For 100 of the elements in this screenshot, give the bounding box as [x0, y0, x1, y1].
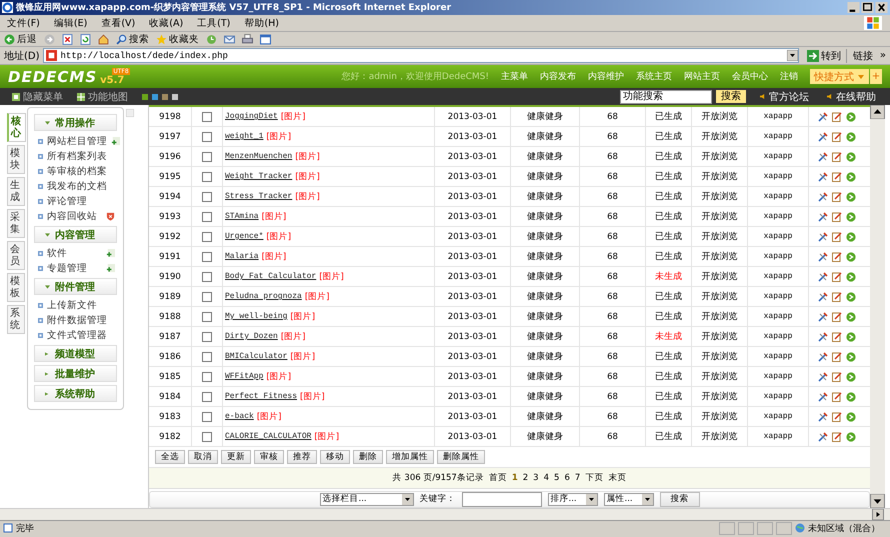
tools-icon[interactable]	[818, 212, 828, 222]
go-icon[interactable]	[846, 152, 856, 162]
toolbar-button[interactable]	[206, 34, 217, 44]
close-icon[interactable]	[875, 2, 888, 13]
menu-group-header[interactable]: 系统帮助	[34, 385, 117, 402]
go-icon[interactable]	[846, 332, 856, 342]
menu-item[interactable]: 帮助(H)	[244, 16, 279, 30]
tools-icon[interactable]	[818, 412, 828, 422]
edit-icon[interactable]	[832, 212, 842, 222]
sidebar-tab[interactable]: 模块	[7, 145, 25, 174]
sidebar-tab[interactable]: 核心	[7, 113, 26, 142]
edit-icon[interactable]	[832, 112, 842, 122]
go-button[interactable]: 转到	[802, 48, 847, 62]
next-page-link[interactable]: 下页	[585, 472, 604, 484]
action-button[interactable]: 审核	[254, 450, 284, 464]
title-link[interactable]: Stress Tracker	[225, 192, 292, 201]
sidebar-tab[interactable]: 采集	[7, 209, 25, 238]
title-link[interactable]: BMICalculator	[225, 352, 288, 361]
row-checkbox[interactable]	[202, 112, 212, 122]
title-link[interactable]: Malaria	[225, 252, 259, 261]
edit-icon[interactable]	[832, 392, 842, 402]
toolbar-button[interactable]: 搜索	[116, 32, 149, 46]
skin-swatch[interactable]	[152, 94, 158, 100]
action-button[interactable]: 移动	[320, 450, 350, 464]
maximize-icon[interactable]	[861, 2, 874, 13]
page-link[interactable]: 3	[533, 472, 539, 483]
function-search-field[interactable]: 功能搜索	[620, 90, 712, 104]
tools-icon[interactable]	[818, 192, 828, 202]
title-link[interactable]: MenzenMuenchen	[225, 152, 292, 161]
row-checkbox[interactable]	[202, 332, 212, 342]
scroll-up-icon[interactable]	[870, 105, 885, 119]
menu-item[interactable]: 编辑(E)	[54, 16, 88, 30]
keyword-field[interactable]	[462, 492, 542, 507]
tools-icon[interactable]	[818, 432, 828, 442]
menu-link[interactable]: 上传新文件	[47, 299, 97, 312]
tools-icon[interactable]	[818, 172, 828, 182]
tools-icon[interactable]	[818, 252, 828, 262]
edit-icon[interactable]	[832, 272, 842, 282]
go-icon[interactable]	[846, 272, 856, 282]
help-link[interactable]: 官方论坛	[760, 90, 809, 104]
sidebar-tab[interactable]: 模板	[7, 273, 25, 302]
go-icon[interactable]	[846, 192, 856, 202]
title-link[interactable]: Perfect Fitness	[225, 392, 298, 401]
go-icon[interactable]	[846, 372, 856, 382]
skin-swatch[interactable]	[142, 94, 148, 100]
toolbar-button[interactable]: 后退	[4, 32, 37, 46]
add-icon[interactable]	[106, 249, 115, 258]
map-button[interactable]: 功能地图	[77, 90, 128, 104]
row-checkbox[interactable]	[202, 392, 212, 402]
page-link[interactable]: 2	[522, 472, 528, 483]
minimize-icon[interactable]	[847, 2, 860, 13]
menu-group-header[interactable]: 常用操作	[34, 114, 117, 131]
vertical-scrollbar[interactable]	[870, 105, 885, 508]
tools-icon[interactable]	[818, 312, 828, 322]
sort-select[interactable]: 排序...	[548, 492, 598, 506]
title-link[interactable]: weight_1	[225, 132, 264, 141]
action-button[interactable]: 取消	[188, 450, 218, 464]
first-page-link[interactable]: 首页	[488, 472, 507, 484]
menu-item[interactable]: 查看(V)	[101, 16, 136, 30]
hide-menu-button[interactable]: 隐藏菜单	[12, 90, 63, 104]
row-checkbox[interactable]	[202, 352, 212, 362]
title-link[interactable]: Dirty Dozen	[225, 332, 278, 341]
action-button[interactable]: 删除	[353, 450, 383, 464]
edit-icon[interactable]	[832, 252, 842, 262]
search-button[interactable]: 搜索	[716, 90, 746, 103]
toolbar-button[interactable]: 收藏夹	[156, 32, 199, 46]
menu-link[interactable]: 网站栏目管理	[47, 135, 107, 148]
row-checkbox[interactable]	[202, 372, 212, 382]
action-button[interactable]: 增加属性	[386, 450, 434, 464]
title-link[interactable]: e-back	[225, 412, 254, 421]
links-button[interactable]: 链接	[850, 48, 873, 62]
address-field[interactable]: http://localhost/dede/index.php	[42, 48, 799, 63]
attribute-select[interactable]: 属性...	[604, 492, 654, 506]
menu-item[interactable]: 工具(T)	[197, 16, 230, 30]
title-link[interactable]: My well-being	[225, 312, 288, 321]
edit-icon[interactable]	[832, 432, 842, 442]
menu-group-header[interactable]: 内容管理	[34, 226, 117, 243]
row-checkbox[interactable]	[202, 132, 212, 142]
row-checkbox[interactable]	[202, 272, 212, 282]
row-checkbox[interactable]	[202, 252, 212, 262]
menu-link[interactable]: 文件式管理器	[47, 329, 107, 342]
help-link[interactable]: 在线帮助	[827, 90, 876, 104]
title-link[interactable]: JoggingDiet	[225, 112, 278, 121]
menu-item[interactable]: 收藏(A)	[149, 16, 184, 30]
menu-link[interactable]: 等审核的档案	[47, 165, 107, 178]
row-checkbox[interactable]	[202, 232, 212, 242]
horizontal-scrollbar[interactable]	[0, 508, 890, 520]
tools-icon[interactable]	[818, 292, 828, 302]
page-link[interactable]: 7	[574, 472, 580, 483]
skin-swatch[interactable]	[172, 94, 178, 100]
go-icon[interactable]	[846, 392, 856, 402]
page-link[interactable]: 1	[512, 472, 518, 483]
sidebar-tab[interactable]: 会员	[7, 241, 25, 270]
row-checkbox[interactable]	[202, 292, 212, 302]
go-icon[interactable]	[846, 132, 856, 142]
edit-icon[interactable]	[832, 192, 842, 202]
page-link[interactable]: 5	[554, 472, 560, 483]
edit-icon[interactable]	[832, 172, 842, 182]
go-icon[interactable]	[846, 432, 856, 442]
go-icon[interactable]	[846, 232, 856, 242]
